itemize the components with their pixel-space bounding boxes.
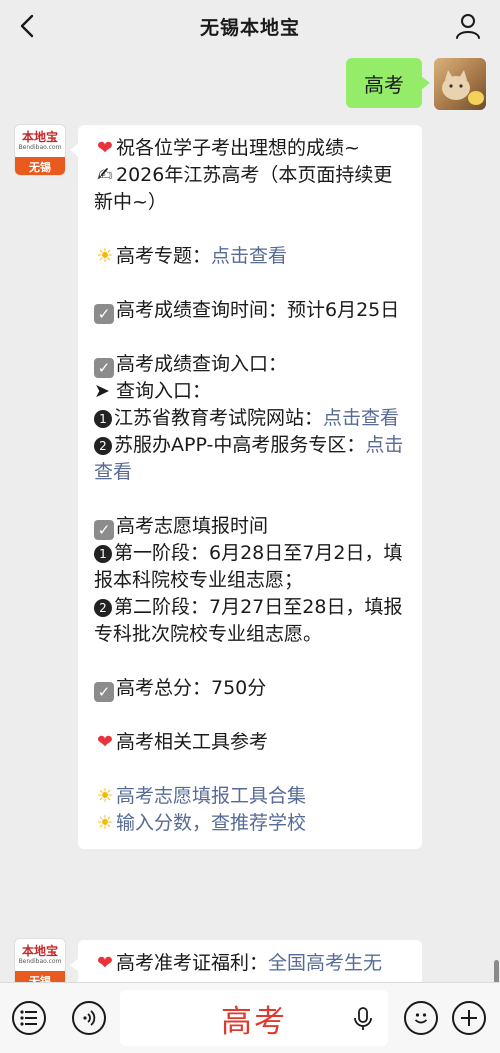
total-score-line: ✓ 高考总分：750分 xyxy=(94,675,408,702)
arrow-line: ➤ 查询入口： xyxy=(94,380,211,402)
chevron-left-icon[interactable] xyxy=(14,12,42,40)
brand-name: 本地宝 xyxy=(21,943,58,958)
brand-domain: Bendibao.com xyxy=(18,143,62,151)
heart-icon: ❤ xyxy=(97,137,113,159)
chat-title: 无锡本地宝 xyxy=(199,16,300,39)
brand-domain: Bendibao.com xyxy=(18,957,62,965)
microphone-icon[interactable] xyxy=(352,1006,374,1032)
entry1-link[interactable]: 点击查看 xyxy=(323,407,399,429)
incoming-bubble-2[interactable]: ❤ 高考准考证福利：全国高考生无 xyxy=(70,940,422,982)
top-bar: 无锡本地宝 xyxy=(0,0,500,52)
tool2-line: ☀ 输入分数，查推荐学校 xyxy=(94,810,408,837)
greeting-line: ❤ 祝各位学子考出理想的成绩~ xyxy=(94,135,408,162)
cat-photo-icon xyxy=(442,70,484,105)
brand-avatar[interactable]: 本地宝 Bendibao.com 无锡 xyxy=(14,124,66,176)
brand-city: 无锡 xyxy=(15,971,65,982)
query-entry-line: ✓ 高考成绩查询入口： xyxy=(94,351,408,378)
number-two-icon: 2 xyxy=(94,599,112,617)
entry2-line: 2 苏服办APP-中高考服务专区：点击查看 xyxy=(94,434,404,483)
topic-link[interactable]: 点击查看 xyxy=(211,245,287,267)
phase2-line: 2 第二阶段：7月27日至28日，填报专科批次院校专业组志愿。 xyxy=(94,596,403,645)
voice-icon xyxy=(83,1010,96,1026)
incoming-bubble[interactable]: ❤ 祝各位学子考出理想的成绩~ ✍ 2026年江苏高考（本页面持续更新中~） ☀ 高考… xyxy=(70,125,422,849)
scrollbar[interactable] xyxy=(494,960,499,982)
tool1-link[interactable]: 高考志愿填报工具合集 xyxy=(116,785,306,807)
outgoing-text: 高考 xyxy=(364,72,404,97)
input-bar: 高考 xyxy=(0,982,500,1053)
plus-icon xyxy=(461,1010,477,1026)
sun-icon: ☀ xyxy=(96,245,114,267)
sun-icon: ☀ xyxy=(96,812,114,834)
phase1-line: 1 第一阶段：6月28日至7月2日，填报本科院校专业组志愿； xyxy=(94,542,403,591)
list-icon xyxy=(20,1010,37,1026)
topic-line: ☀ 高考专题：点击查看 xyxy=(94,243,408,270)
heart-icon: ❤ xyxy=(97,952,113,974)
brand-avatar[interactable]: 本地宝 Bendibao.com 无锡 xyxy=(14,938,66,982)
sun-icon: ☀ xyxy=(96,785,114,807)
outgoing-message-row: 高考 xyxy=(346,58,486,110)
writing-hand-icon: ✍ xyxy=(97,164,113,186)
smiley-icon xyxy=(414,1013,428,1024)
voice-toggle-button[interactable] xyxy=(72,1001,106,1035)
tool1-line: ☀ 高考志愿填报工具合集 xyxy=(94,783,408,810)
heart-icon: ❤ xyxy=(97,731,113,753)
message-input[interactable]: 高考 xyxy=(120,990,388,1046)
apply-title-line: ✓ 高考志愿填报时间 xyxy=(94,513,408,540)
brand-name: 本地宝 xyxy=(21,129,58,144)
query-time-line: ✓ 高考成绩查询时间：预计6月25日 xyxy=(94,297,408,324)
user-icon[interactable] xyxy=(454,12,482,40)
tool2-link[interactable]: 输入分数，查推荐学校 xyxy=(116,812,306,834)
year-line: ✍ 2026年江苏高考（本页面持续更新中~） xyxy=(94,164,393,213)
outgoing-bubble[interactable]: 高考 xyxy=(346,58,430,108)
checkbox-icon: ✓ xyxy=(94,682,114,702)
brand-city: 无锡 xyxy=(15,157,65,175)
my-avatar[interactable] xyxy=(434,58,486,110)
welfare-line: ❤ 高考准考证福利：全国高考生无 xyxy=(94,950,408,977)
number-one-icon: 1 xyxy=(94,410,112,428)
tools-title-line: ❤ 高考相关工具参考 xyxy=(94,729,408,756)
welfare-link[interactable]: 全国高考生无 xyxy=(268,952,382,974)
entry1-line: 1 江苏省教育考试院网站：点击查看 xyxy=(94,405,408,432)
input-text: 高考 xyxy=(221,1003,287,1040)
emoji-button[interactable] xyxy=(404,1001,438,1035)
number-one-icon: 1 xyxy=(94,545,112,563)
add-button[interactable] xyxy=(452,1001,486,1035)
number-two-icon: 2 xyxy=(94,437,112,455)
checkbox-icon: ✓ xyxy=(94,304,114,324)
chat-area[interactable]: 高考 本地宝 Bendibao.com 无锡 ❤ 祝各位学子考出理想的成绩~ ✍ 2… xyxy=(0,52,500,982)
checkbox-icon: ✓ xyxy=(94,358,114,378)
menu-button[interactable] xyxy=(12,1001,46,1035)
checkbox-icon: ✓ xyxy=(94,520,114,540)
